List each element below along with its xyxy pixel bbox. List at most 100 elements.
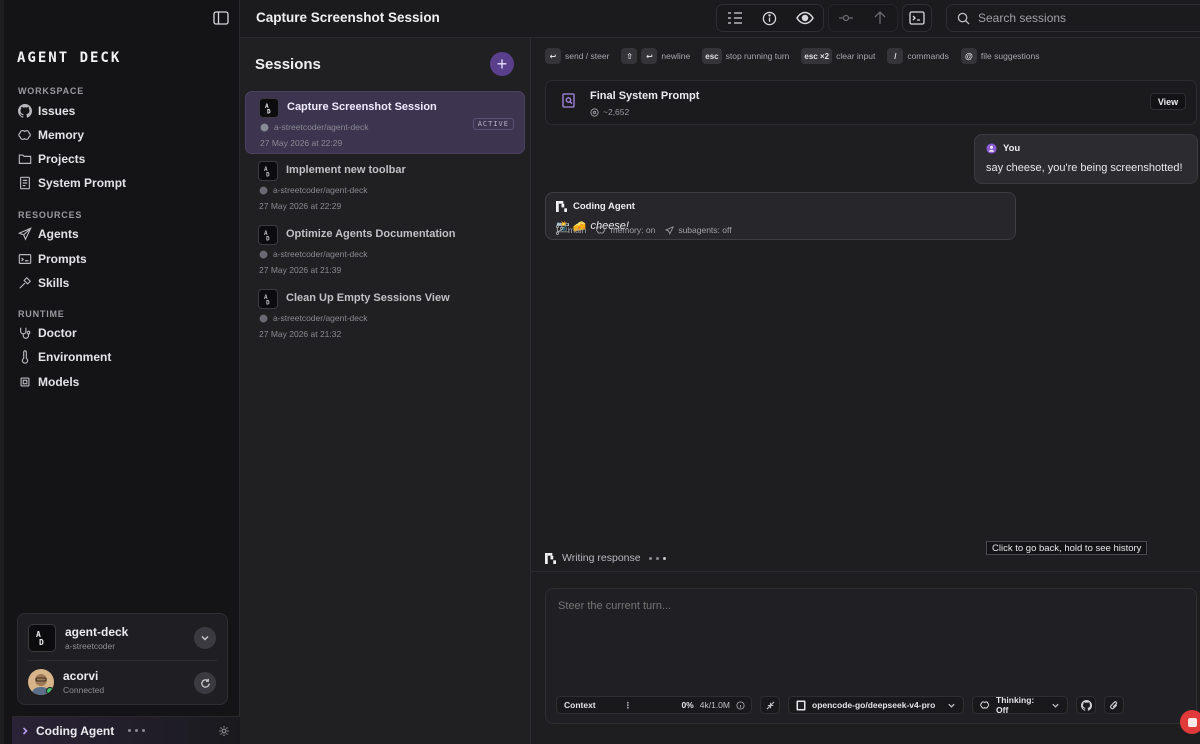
sidebar-toggle-icon[interactable] — [213, 11, 229, 25]
session-title: Clean Up Empty Sessions View — [286, 292, 450, 304]
sidebar-item-label: Models — [38, 375, 80, 389]
eye-icon[interactable] — [788, 5, 823, 31]
brain-icon — [980, 700, 990, 710]
history-tooltip: Click to go back, hold to see history — [986, 541, 1148, 555]
svg-text:D: D — [266, 236, 270, 242]
hint-newline: ⇧ ↩ newline — [621, 48, 690, 64]
terminal-icon — [903, 5, 931, 31]
project-owner: a-streetcoder — [65, 641, 116, 651]
sidebar-item-label: Projects — [38, 152, 86, 166]
github-icon — [259, 314, 268, 323]
checklist-icon[interactable] — [717, 5, 752, 31]
attach-button[interactable] — [1104, 696, 1124, 714]
sidebar-item-prompts[interactable]: Prompts — [18, 249, 87, 269]
sidebar-item-label: Prompts — [38, 252, 87, 266]
sessions-panel: Sessions + AD Capture Screenshot Session… — [240, 38, 531, 744]
terminal-button[interactable] — [902, 4, 932, 32]
github-icon — [259, 186, 268, 195]
session-date: 27 May 2026 at 21:32 — [259, 329, 342, 339]
gear-icon[interactable] — [218, 725, 230, 737]
new-session-button[interactable]: + — [490, 52, 514, 76]
model-name: opencode-go/deepseek-v4-pro — [812, 700, 936, 710]
sidebar-item-projects[interactable]: Projects — [18, 149, 85, 169]
composer: Context ⋮ 0% 4k/1.0M opencode-go/deepsee… — [531, 571, 1200, 744]
esc-key: esc — [702, 48, 722, 64]
token-icon — [590, 107, 599, 117]
context-tokens: 4k/1.0M — [699, 700, 730, 710]
compact-button[interactable] — [760, 696, 780, 714]
sidebar-item-environment[interactable]: Environment — [18, 347, 111, 367]
info-icon[interactable] — [752, 5, 787, 31]
commit-icon[interactable] — [829, 5, 863, 31]
refresh-icon[interactable] — [194, 672, 216, 694]
page-title: Capture Screenshot Session — [256, 10, 440, 25]
hint-stop: esc stop running turn — [702, 48, 789, 64]
sessions-heading: Sessions — [255, 56, 321, 73]
return-key-icon: ↩ — [545, 48, 561, 64]
search-icon — [957, 12, 970, 25]
keyboard-hints: ↩ send / steer ⇧ ↩ newline esc stop running … — [545, 48, 1046, 64]
steer-input[interactable] — [558, 600, 1158, 612]
hint-files: @ file suggestions — [960, 48, 1040, 64]
session-item[interactable]: AD Optimize Agents Documentation a-stree… — [245, 219, 525, 282]
github-button[interactable] — [1076, 696, 1096, 714]
sidebar-item-label: Agents — [38, 227, 79, 241]
sidebar-item-doctor[interactable]: Doctor — [18, 323, 77, 343]
view-button[interactable]: View — [1150, 93, 1186, 110]
sidebar-item-skills[interactable]: Skills — [18, 273, 69, 293]
online-status-icon — [46, 687, 54, 695]
agent-deck-logo-icon: AD — [259, 98, 279, 118]
branch-icon — [555, 225, 564, 235]
brain-icon — [18, 128, 32, 142]
system-prompt-title: Final System Prompt — [590, 90, 700, 102]
session-title: Implement new toolbar — [286, 164, 406, 176]
sidebar-item-label: Environment — [38, 350, 112, 364]
session-title: Capture Screenshot Session — [287, 101, 437, 113]
hint-label: file suggestions — [980, 51, 1040, 61]
thinking-selector[interactable]: Thinking: Off — [972, 695, 1068, 715]
token-count: ~2,652 — [590, 107, 629, 117]
stop-button[interactable] — [1180, 710, 1200, 734]
context-meter[interactable]: Context ⋮ 0% 4k/1.0M — [556, 696, 752, 714]
chevron-down-icon[interactable] — [194, 627, 216, 649]
session-item[interactable]: AD Capture Screenshot Session a-streetco… — [245, 91, 525, 154]
search-sessions[interactable]: Search sessions — [946, 4, 1200, 32]
section-runtime: RUNTIME — [18, 309, 65, 319]
sidebar-item-memory[interactable]: Memory — [18, 125, 84, 145]
sidebar-item-label: Skills — [38, 276, 70, 290]
session-date: 27 May 2026 at 22:29 — [260, 138, 343, 148]
session-item[interactable]: AD Clean Up Empty Sessions View a-street… — [245, 283, 525, 346]
session-repo: a-streetcoder/agent-deck — [259, 185, 368, 195]
sidebar-item-agents[interactable]: Agents — [18, 224, 79, 244]
user-profile[interactable]: acorvi Connected — [28, 669, 104, 695]
chevron-down-icon — [947, 701, 956, 710]
model-icon — [796, 700, 806, 711]
prompts-icon — [18, 252, 32, 266]
arrow-up-icon[interactable] — [863, 5, 897, 31]
svg-text:D: D — [39, 638, 44, 647]
agent-deck-logo-icon: AD — [258, 161, 278, 181]
app-window: AGENT DECK WORKSPACE Issues Memory Proje… — [0, 0, 1200, 744]
agent-logo-icon — [545, 552, 556, 564]
hint-clear: esc ×2 clear input — [801, 48, 875, 64]
session-repo: a-streetcoder/agent-deck — [259, 313, 368, 323]
plus-icon: + — [496, 53, 508, 74]
session-repo-label: a-streetcoder/agent-deck — [273, 185, 368, 195]
subagents-status: subagents: off — [678, 225, 732, 235]
sidebar-item-issues[interactable]: Issues — [18, 101, 75, 121]
sidebar-item-system-prompt[interactable]: System Prompt — [18, 173, 126, 193]
chip-icon — [18, 375, 32, 389]
document-icon — [18, 176, 32, 190]
folder-icon — [18, 152, 32, 166]
model-selector[interactable]: opencode-go/deepseek-v4-pro — [788, 696, 964, 714]
sidebar-item-label: Issues — [38, 104, 76, 118]
system-prompt-card: Final System Prompt ~2,652 View — [545, 80, 1197, 125]
active-agent-bar[interactable]: Coding Agent — [12, 716, 240, 744]
sidebar-item-models[interactable]: Models — [18, 372, 79, 392]
steer-input-box: Context ⋮ 0% 4k/1.0M opencode-go/deepsee… — [545, 588, 1200, 734]
top-bar: Capture Screenshot Session Search sessio… — [213, 0, 1200, 38]
sidebar-item-label: System Prompt — [38, 176, 127, 190]
message-author: You — [986, 143, 1020, 154]
session-item[interactable]: AD Implement new toolbar a-streetcoder/a… — [245, 155, 525, 218]
project-switcher[interactable]: AD agent-deck a-streetcoder — [28, 624, 128, 652]
